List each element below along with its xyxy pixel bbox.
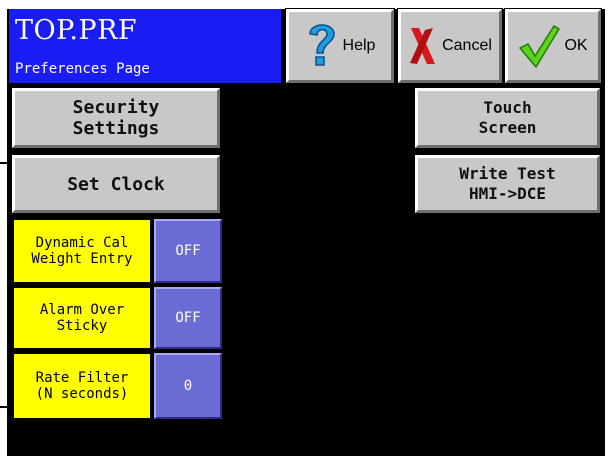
alarm-over-sticky-value[interactable]: OFF (153, 286, 223, 350)
write-test-button[interactable]: Write Test HMI->DCE (414, 154, 601, 214)
page-title: TOP.PRF (15, 15, 138, 46)
touch-screen-button[interactable]: Touch Screen (414, 87, 601, 149)
security-settings-button[interactable]: Security Settings (11, 87, 221, 149)
dynamic-cal-weight-value[interactable]: OFF (153, 218, 223, 284)
help-label: Help (342, 37, 376, 54)
ok-button[interactable]: OK (504, 8, 602, 84)
rate-filter-label: Rate Filter (N seconds) (12, 352, 152, 420)
cancel-button[interactable]: Cancel (397, 8, 503, 84)
alarm-over-sticky-label: Alarm Over Sticky (12, 286, 152, 350)
rate-filter-value[interactable]: 0 (153, 352, 223, 420)
ok-label: OK (564, 37, 588, 54)
title-panel: TOP.PRF Preferences Page (9, 9, 281, 83)
cancel-label: Cancel (442, 37, 492, 54)
question-mark-icon (305, 20, 339, 72)
green-checkmark-icon (518, 22, 561, 70)
help-button[interactable]: Help (285, 8, 395, 84)
page-subtitle: Preferences Page (15, 61, 150, 77)
red-x-icon (408, 23, 438, 69)
dynamic-cal-weight-label: Dynamic Cal Weight Entry (12, 218, 152, 284)
set-clock-button[interactable]: Set Clock (11, 154, 221, 214)
